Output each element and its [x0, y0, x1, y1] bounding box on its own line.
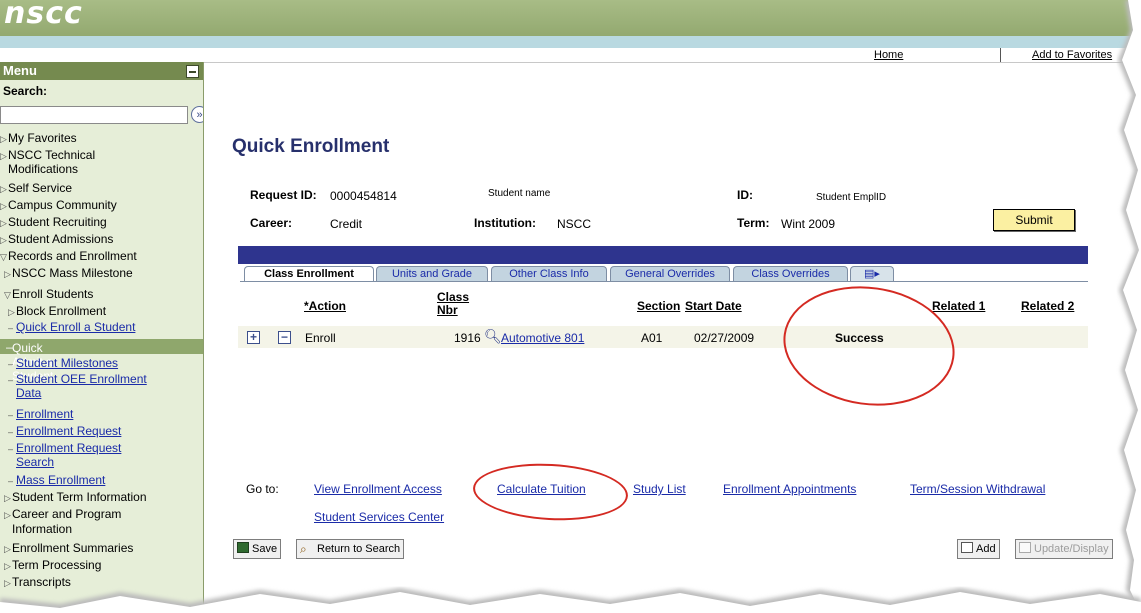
tab-units-and-grade[interactable]: Units and Grade: [376, 266, 488, 281]
header-related-1[interactable]: Related 1: [932, 299, 985, 313]
grid-header-bar: [238, 246, 1088, 264]
menu-item-quick-admit[interactable]: – Quick Admit a Student: [0, 339, 203, 383]
menu-item-records-and-enrollment[interactable]: ▽Records and Enrollment: [0, 250, 137, 264]
row-action[interactable]: Enroll: [305, 331, 336, 345]
header-class-nbr-line2[interactable]: Nbr: [437, 303, 458, 317]
term-session-withdrawal-link[interactable]: Term/Session Withdrawal: [910, 482, 1045, 496]
menu-item-enrollment[interactable]: – Enrollment: [8, 408, 73, 422]
tab-general-overrides[interactable]: General Overrides: [610, 266, 730, 281]
menu-item-enroll-students[interactable]: ▽Enroll Students: [4, 288, 93, 302]
term-label: Term:: [737, 216, 770, 230]
menu-item-student-milestones[interactable]: – Student Milestones: [8, 357, 118, 371]
course-link[interactable]: Automotive 801: [501, 331, 584, 345]
institution-value: NSCC: [557, 217, 592, 231]
request-id-value: 0000454814: [330, 189, 397, 203]
header-class-nbr-line1[interactable]: Class: [437, 290, 469, 304]
show-all-columns-icon[interactable]: ▤▸: [850, 266, 894, 281]
return-to-search-button[interactable]: ⌕ Return to Search: [296, 539, 405, 559]
menu-item-nscc-technical[interactable]: ▷NSCC Technical: [0, 149, 95, 163]
study-list-link[interactable]: Study List: [633, 482, 686, 496]
header-subbar: [0, 36, 1141, 48]
lookup-icon[interactable]: 🔍︎: [484, 328, 502, 345]
menu-item-student-admissions[interactable]: ▷Student Admissions: [0, 233, 113, 247]
enrollment-appointments-link[interactable]: Enrollment Appointments: [723, 482, 856, 496]
menu-item-enrollment-summaries[interactable]: ▷Enrollment Summaries: [4, 542, 133, 556]
home-link[interactable]: Home: [874, 49, 903, 61]
page-title: Quick Enrollment: [232, 136, 390, 157]
menu-item-modifications[interactable]: Modifications: [0, 163, 78, 176]
header-section[interactable]: Section: [637, 299, 680, 313]
header-start-date[interactable]: Start Date: [685, 299, 742, 313]
menu-item-block-enrollment[interactable]: ▷Block Enrollment: [8, 305, 106, 319]
tab-other-class-info[interactable]: Other Class Info: [491, 266, 607, 281]
annotation-ellipse-success: [775, 275, 963, 417]
row-section: A01: [641, 331, 663, 345]
save-button[interactable]: Save: [233, 539, 282, 559]
menu-item-enrollment-request-search[interactable]: – Enrollment Request: [8, 442, 121, 456]
term-value: Wint 2009: [781, 217, 836, 231]
student-services-center-link[interactable]: Student Services Center: [314, 510, 444, 524]
menu-item-student-oee-enrollment[interactable]: – Student OEE Enrollment: [8, 373, 147, 387]
menu-item-data[interactable]: Data: [16, 387, 41, 400]
row-start-date: 02/27/2009: [694, 331, 755, 345]
view-enrollment-access-link[interactable]: View Enrollment Access: [314, 482, 442, 496]
menu-title: Menu: [3, 63, 37, 78]
tab-class-overrides[interactable]: Class Overrides: [733, 266, 848, 281]
menu-item-quick-enroll[interactable]: – Quick Enroll a Student: [8, 321, 135, 335]
add-row-icon[interactable]: +: [247, 331, 260, 344]
menu-item-career-and-program[interactable]: ▷Career and Program: [4, 508, 121, 522]
request-id-label: Request ID:: [250, 188, 317, 202]
id-label: ID:: [737, 188, 753, 202]
add-icon: [961, 542, 973, 553]
goto-label: Go to:: [246, 482, 279, 496]
table-row: [238, 326, 1088, 348]
menu-search-input[interactable]: [0, 106, 188, 124]
delete-row-icon[interactable]: −: [278, 331, 291, 344]
id-value: Student EmplID: [816, 192, 887, 203]
header-banner: nscc: [0, 0, 1141, 36]
menu-item-student-recruiting[interactable]: ▷Student Recruiting: [0, 216, 107, 230]
minimize-icon[interactable]: [186, 65, 199, 78]
save-icon: [237, 542, 249, 553]
career-value: Credit: [330, 217, 363, 231]
header-related-2[interactable]: Related 2: [1021, 299, 1074, 313]
update-display-button[interactable]: Update/Display: [1015, 539, 1113, 559]
menu-header: Menu: [0, 62, 203, 80]
career-label: Career:: [250, 216, 293, 230]
navigation-menu: Menu Search: » ▷My Favorites ▷NSCC Techn…: [0, 62, 204, 613]
header-action[interactable]: *Action: [304, 299, 346, 313]
add-button[interactable]: Add: [957, 539, 1000, 559]
search-label: Search:: [3, 84, 48, 98]
submit-button[interactable]: Submit: [993, 209, 1075, 231]
search-go-icon[interactable]: »: [191, 106, 203, 123]
menu-item-enrollment-request[interactable]: – Enrollment Request: [8, 425, 121, 439]
menu-item-my-favorites[interactable]: ▷My Favorites: [0, 132, 77, 146]
menu-item-student-term-information[interactable]: ▷Student Term Information: [4, 491, 147, 505]
institution-label: Institution:: [474, 216, 536, 230]
tab-class-enrollment[interactable]: Class Enrollment: [244, 266, 374, 281]
menu-item-term-processing[interactable]: ▷Term Processing: [4, 559, 101, 573]
menu-item-information[interactable]: Information: [12, 523, 72, 536]
search-icon: ⌕: [300, 542, 307, 556]
menu-item-nscc-mass-milestone[interactable]: ▷NSCC Mass Milestone: [4, 267, 133, 281]
menu-item-transcripts[interactable]: ▷Transcripts: [4, 576, 71, 590]
menu-item-campus-community[interactable]: ▷Campus Community: [0, 199, 117, 213]
menu-item-self-service[interactable]: ▷Self Service: [0, 182, 72, 196]
top-links-divider: [1000, 48, 1001, 62]
menu-item-mass-enrollment[interactable]: – Mass Enrollment: [8, 474, 105, 488]
nscc-logo: nscc: [4, 0, 83, 31]
update-display-icon: [1019, 542, 1031, 553]
student-name-value: Student name: [488, 188, 551, 199]
top-links-bar: Home Add to Favorites: [0, 48, 1141, 63]
row-class-nbr[interactable]: 1916: [454, 331, 481, 345]
add-to-favorites-link[interactable]: Add to Favorites: [1032, 49, 1112, 61]
menu-item-search[interactable]: Search: [16, 456, 54, 469]
annotation-ellipse-calculate-tuition: [471, 459, 630, 525]
